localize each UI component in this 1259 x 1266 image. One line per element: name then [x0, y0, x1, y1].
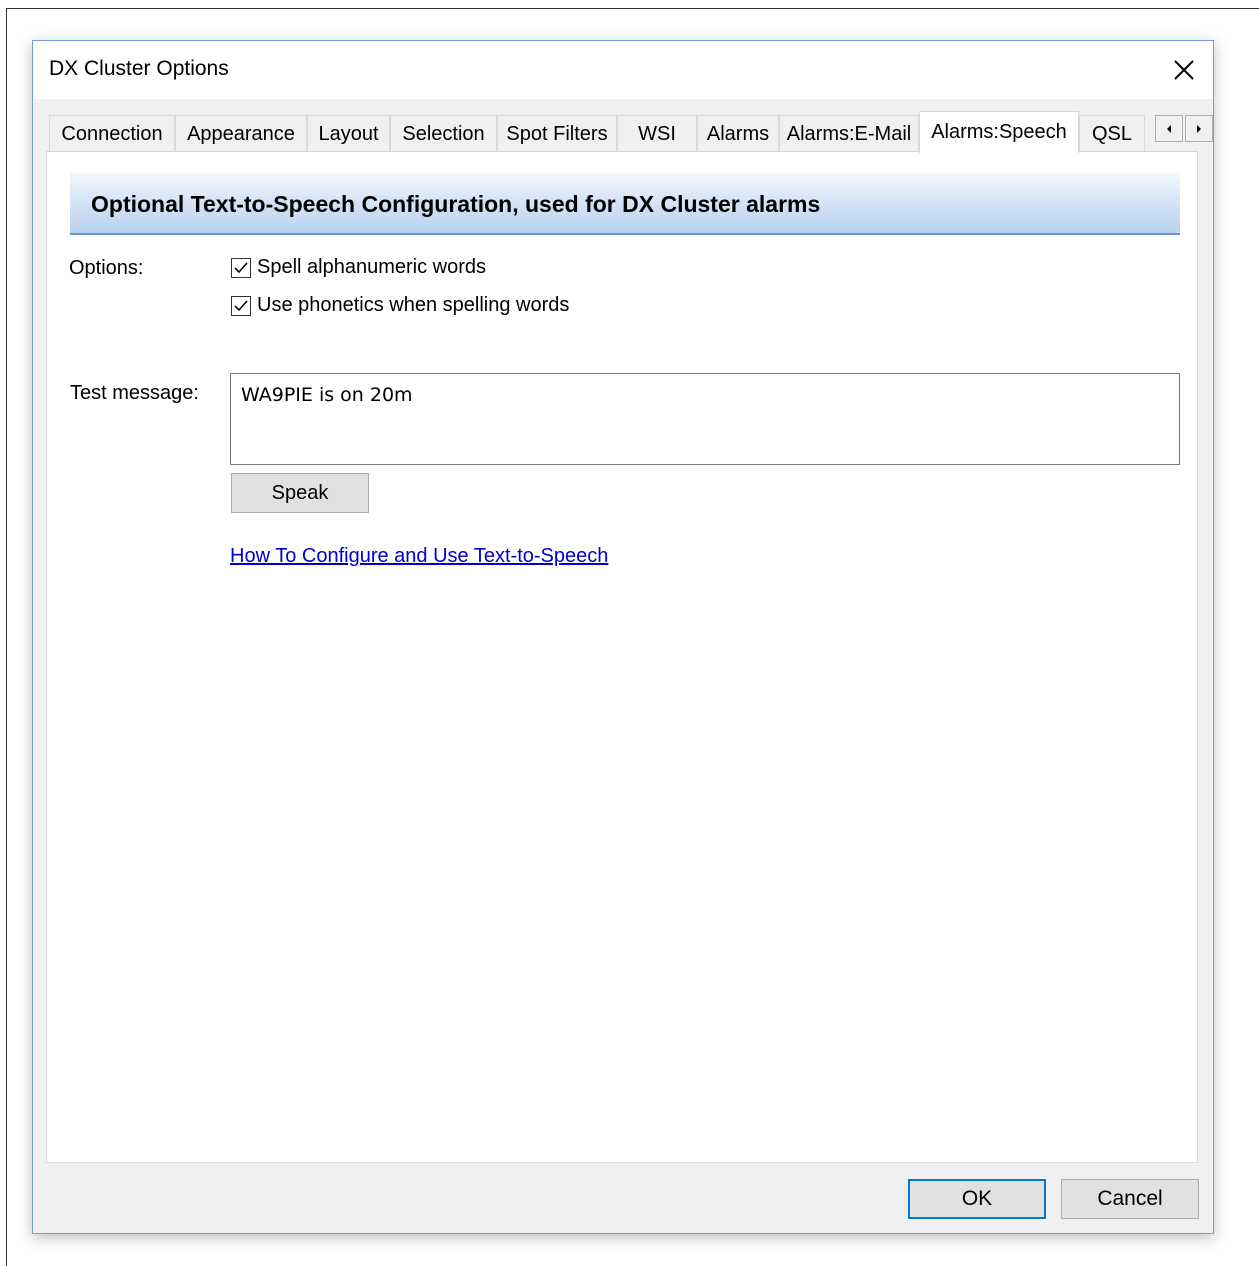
tab-alarms[interactable]: Alarms	[697, 115, 779, 152]
use-phonetics-checkbox-row[interactable]: Use phonetics when spelling words	[231, 294, 569, 317]
checkmark-icon	[234, 261, 248, 273]
section-banner: Optional Text-to-Speech Configuration, u…	[70, 173, 1180, 235]
banner-title: Optional Text-to-Speech Configuration, u…	[91, 191, 821, 217]
test-message-label: Test message:	[70, 382, 199, 404]
use-phonetics-label: Use phonetics when spelling words	[257, 294, 570, 316]
window-title: DX Cluster Options	[49, 57, 229, 80]
close-button[interactable]	[1155, 41, 1213, 99]
tab-appearance[interactable]: Appearance	[175, 115, 307, 152]
cancel-button[interactable]: Cancel	[1061, 1179, 1199, 1219]
tab-qsl[interactable]: QSL	[1079, 115, 1145, 152]
test-message-input[interactable]: WA9PIE is on 20m	[230, 373, 1180, 465]
dx-cluster-options-dialog: DX Cluster Options Connection Appearance…	[32, 40, 1214, 1234]
title-bar: DX Cluster Options	[33, 41, 1213, 99]
tab-strip: Connection Appearance Layout Selection S…	[49, 111, 1213, 153]
tab-selection[interactable]: Selection	[390, 115, 497, 152]
tab-spot-filters[interactable]: Spot Filters	[497, 115, 617, 152]
spell-alphanumeric-label: Spell alphanumeric words	[257, 256, 487, 278]
spell-alphanumeric-checkbox-row[interactable]: Spell alphanumeric words	[231, 256, 486, 279]
use-phonetics-checkbox[interactable]	[231, 295, 251, 316]
arrow-left-icon	[1167, 124, 1171, 133]
tab-layout[interactable]: Layout	[307, 115, 390, 152]
tab-wsi[interactable]: WSI	[617, 115, 697, 152]
speak-button[interactable]: Speak	[231, 473, 369, 513]
spell-alphanumeric-checkbox[interactable]	[231, 257, 251, 278]
help-link-text-to-speech[interactable]: How To Configure and Use Text-to-Speech	[230, 545, 608, 568]
tab-page-alarms-speech: Optional Text-to-Speech Configuration, u…	[46, 151, 1198, 1163]
checkmark-icon	[234, 299, 248, 311]
tab-alarms-email[interactable]: Alarms:E-Mail	[779, 115, 919, 152]
tab-alarms-speech[interactable]: Alarms:Speech	[919, 111, 1079, 153]
ok-button[interactable]: OK	[908, 1179, 1046, 1219]
tab-scroll-left-button[interactable]	[1155, 115, 1183, 142]
options-label: Options:	[69, 257, 144, 279]
tab-scroll-arrows	[1155, 115, 1215, 142]
close-icon	[1174, 60, 1194, 80]
tab-scroll-right-button[interactable]	[1185, 115, 1213, 142]
tab-connection[interactable]: Connection	[49, 115, 175, 152]
arrow-right-icon	[1197, 124, 1201, 133]
